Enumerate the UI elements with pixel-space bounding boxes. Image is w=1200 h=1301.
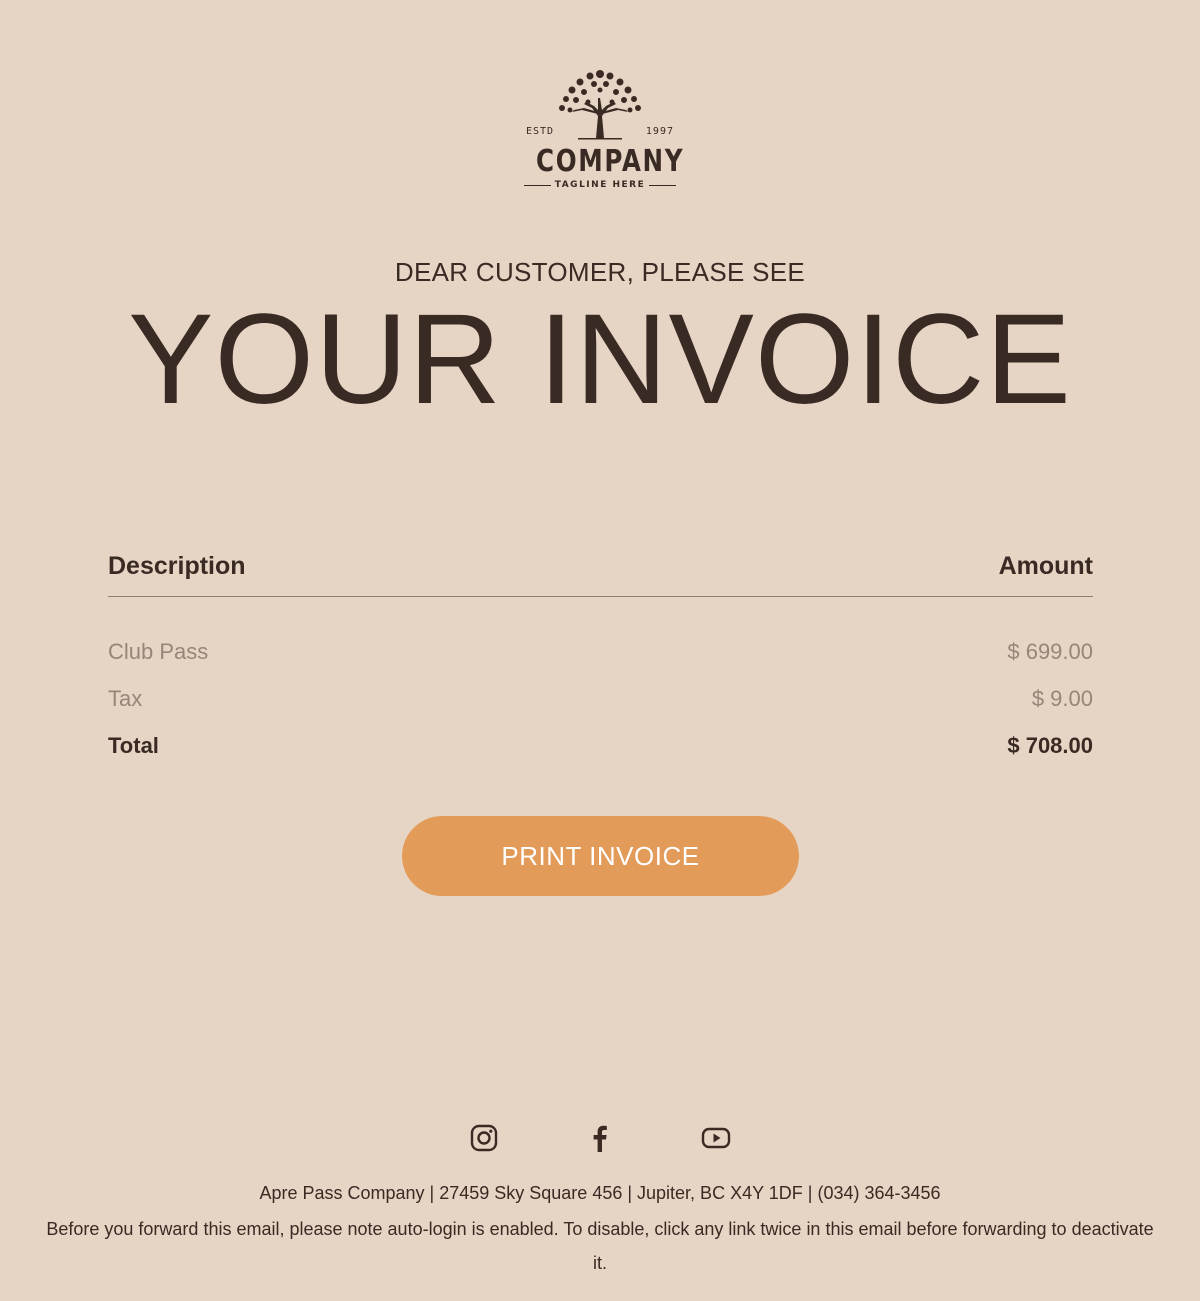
row-description: Club Pass [108, 639, 209, 664]
instagram-icon [470, 1124, 498, 1152]
footer-address: Apre Pass Company | 27459 Sky Square 456… [259, 1183, 941, 1203]
facebook-icon [593, 1125, 607, 1152]
greeting-text: DEAR CUSTOMER, PLEASE SEE [394, 257, 806, 287]
youtube-icon [701, 1127, 731, 1149]
table-row: Tax $ 9.00 [108, 675, 1093, 722]
logo-estd: ESTD [526, 126, 555, 137]
page-title: YOUR INVOICE [128, 288, 1072, 431]
facebook-link[interactable] [584, 1122, 616, 1154]
total-label: Total [108, 733, 159, 758]
print-invoice-button[interactable]: PRINT INVOICE [402, 816, 799, 896]
description-header: Description [108, 552, 246, 580]
invoice-table: Description Amount Club Pass $ 699.00 Ta… [108, 552, 1093, 769]
logo-tagline: TAGLINE HERE [554, 180, 646, 190]
tagline-rule-right [649, 184, 677, 186]
invoice-table-header: Description Amount [108, 552, 1093, 597]
amount-header: Amount [998, 552, 1093, 580]
social-links [0, 1122, 1200, 1154]
instagram-link[interactable] [468, 1122, 500, 1154]
logo-tagline-row: TAGLINE HERE [524, 180, 677, 190]
tagline-rule-left [524, 184, 551, 186]
footer-note: Before you forward this email, please no… [46, 1219, 1154, 1273]
invoice-rows: Club Pass $ 699.00 Tax $ 9.00 Total $ 70… [108, 628, 1093, 769]
total-row: Total $ 708.00 [108, 722, 1093, 769]
logo-year: 1997 [645, 126, 674, 137]
row-amount: $ 699.00 [1007, 639, 1093, 664]
row-amount: $ 9.00 [1031, 686, 1093, 711]
total-amount: $ 708.00 [1007, 733, 1093, 758]
row-description: Tax [108, 686, 143, 711]
logo-company-name: COMPANY [536, 144, 685, 179]
youtube-link[interactable] [700, 1122, 732, 1154]
company-logo: ESTD 1997 COMPANY TAGLINE HERE [522, 64, 685, 196]
table-row: Club Pass $ 699.00 [108, 628, 1093, 675]
